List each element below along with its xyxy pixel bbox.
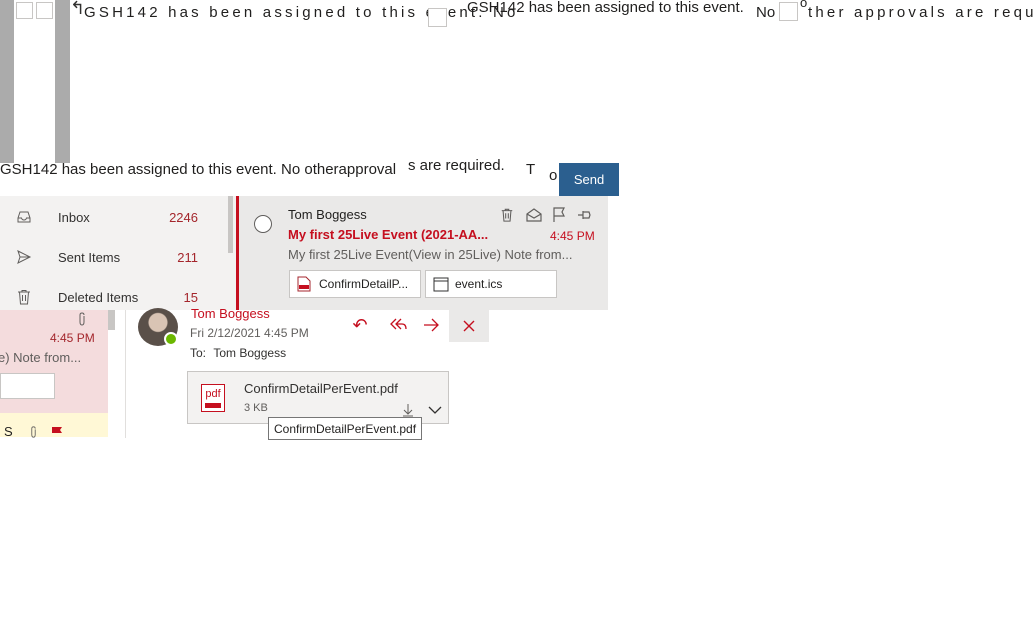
overlay-text-no: No [756, 4, 776, 21]
flag-icon [52, 427, 62, 438]
sidebar-item-label: Sent Items [58, 249, 121, 265]
select-radio[interactable] [254, 215, 272, 233]
forward-icon[interactable] [422, 317, 440, 333]
to-line: To: Tom Boggess [190, 346, 286, 360]
delete-icon[interactable] [500, 208, 514, 222]
attachment-chip[interactable]: event.ics [425, 270, 557, 298]
compose-body-text[interactable]: GSH142 has been assigned to this event. … [0, 161, 396, 178]
sidebar-item-sent[interactable]: Sent Items 211 [0, 237, 228, 277]
reading-date: Fri 2/12/2021 4:45 PM [190, 326, 309, 340]
close-button[interactable] [449, 309, 489, 342]
attachment-name: event.ics [455, 277, 503, 291]
scrollbar[interactable] [228, 196, 233, 253]
attachment-name: ConfirmDetailPerEvent.pdf [244, 381, 398, 396]
message-time: 4:45 PM [50, 331, 95, 345]
scrollbar[interactable] [108, 310, 115, 330]
message-time: 4:45 PM [550, 229, 595, 243]
message-list-item[interactable]: S [0, 413, 108, 439]
sidebar-item-inbox[interactable]: Inbox 2246 [0, 197, 228, 237]
send-button[interactable]: Send [559, 163, 619, 196]
message-list-item[interactable]: 4:45 PM e) Note from... [0, 310, 108, 413]
message-list-item[interactable]: Tom Boggess My first 25Live Event (2021-… [236, 196, 608, 310]
pdf-label: pdf [205, 388, 221, 400]
download-icon[interactable] [402, 403, 414, 417]
compose-body-text-tail[interactable]: s are required. [408, 157, 505, 174]
compose-body-text-o: o [549, 167, 558, 184]
pdf-icon [297, 276, 311, 292]
unread-count: 2246 [169, 209, 198, 225]
paperclip-icon [79, 312, 85, 326]
reply-icon[interactable]: ↶ [350, 315, 370, 335]
chevron-down-icon[interactable] [428, 406, 442, 414]
left-gray-bar-2 [55, 0, 70, 163]
inline-reply-field[interactable] [0, 373, 55, 399]
checkbox[interactable] [779, 2, 798, 21]
checkbox[interactable] [16, 2, 33, 19]
unread-count: 15 [183, 289, 198, 305]
sidebar-item-label: Deleted Items [58, 289, 139, 305]
presence-available-icon [164, 332, 178, 346]
back-arrow-icon[interactable]: ↰ [70, 0, 85, 19]
checkbox[interactable] [428, 8, 447, 27]
pdf-icon: pdf [201, 384, 225, 412]
reading-sender[interactable]: Tom Boggess [191, 306, 270, 321]
calendar-icon [433, 277, 449, 292]
message-subject: My first 25Live Event (2021-AA... [288, 227, 489, 242]
to-label: To: [190, 346, 207, 360]
message-sender: Tom Boggess [288, 207, 367, 222]
overlay-text-spaced-b: ther approvals are required. [808, 4, 1034, 21]
message-preview: e) Note from... [0, 350, 82, 365]
flag-icon[interactable] [552, 207, 566, 223]
overlay-text-o: o [800, 0, 808, 10]
tooltip: ConfirmDetailPerEvent.pdf [268, 417, 423, 440]
attachment-size: 3 KB [244, 402, 268, 414]
folder-pane: Inbox 2246 Sent Items 211 Deleted Items … [0, 196, 236, 310]
to-name[interactable]: Tom Boggess [213, 346, 286, 360]
sidebar-item-label: Inbox [58, 209, 90, 225]
mark-read-icon[interactable] [526, 208, 542, 222]
checkbox[interactable] [36, 2, 53, 19]
send-icon [17, 250, 32, 264]
unread-count: 211 [177, 249, 198, 265]
close-icon [463, 320, 475, 331]
divider [125, 310, 126, 438]
trash-icon [18, 290, 30, 305]
pin-icon[interactable] [577, 208, 593, 222]
compose-body-text-t: T [526, 161, 536, 178]
inbox-icon [17, 211, 31, 223]
reply-all-icon[interactable] [387, 317, 407, 333]
message-preview: My first 25Live Event(View in 25Live) No… [288, 247, 573, 262]
attachment-chip[interactable]: ConfirmDetailP... [289, 270, 421, 298]
row-letter: S [4, 424, 13, 439]
attachment-name: ConfirmDetailP... [319, 277, 409, 291]
overlay-text: GSH142 has been assigned to this event. [467, 0, 744, 16]
left-gray-bar [0, 0, 14, 163]
paperclip-icon [31, 426, 36, 438]
overlay-text-spaced: GSH142 has been assigned to this event. … [84, 4, 519, 21]
